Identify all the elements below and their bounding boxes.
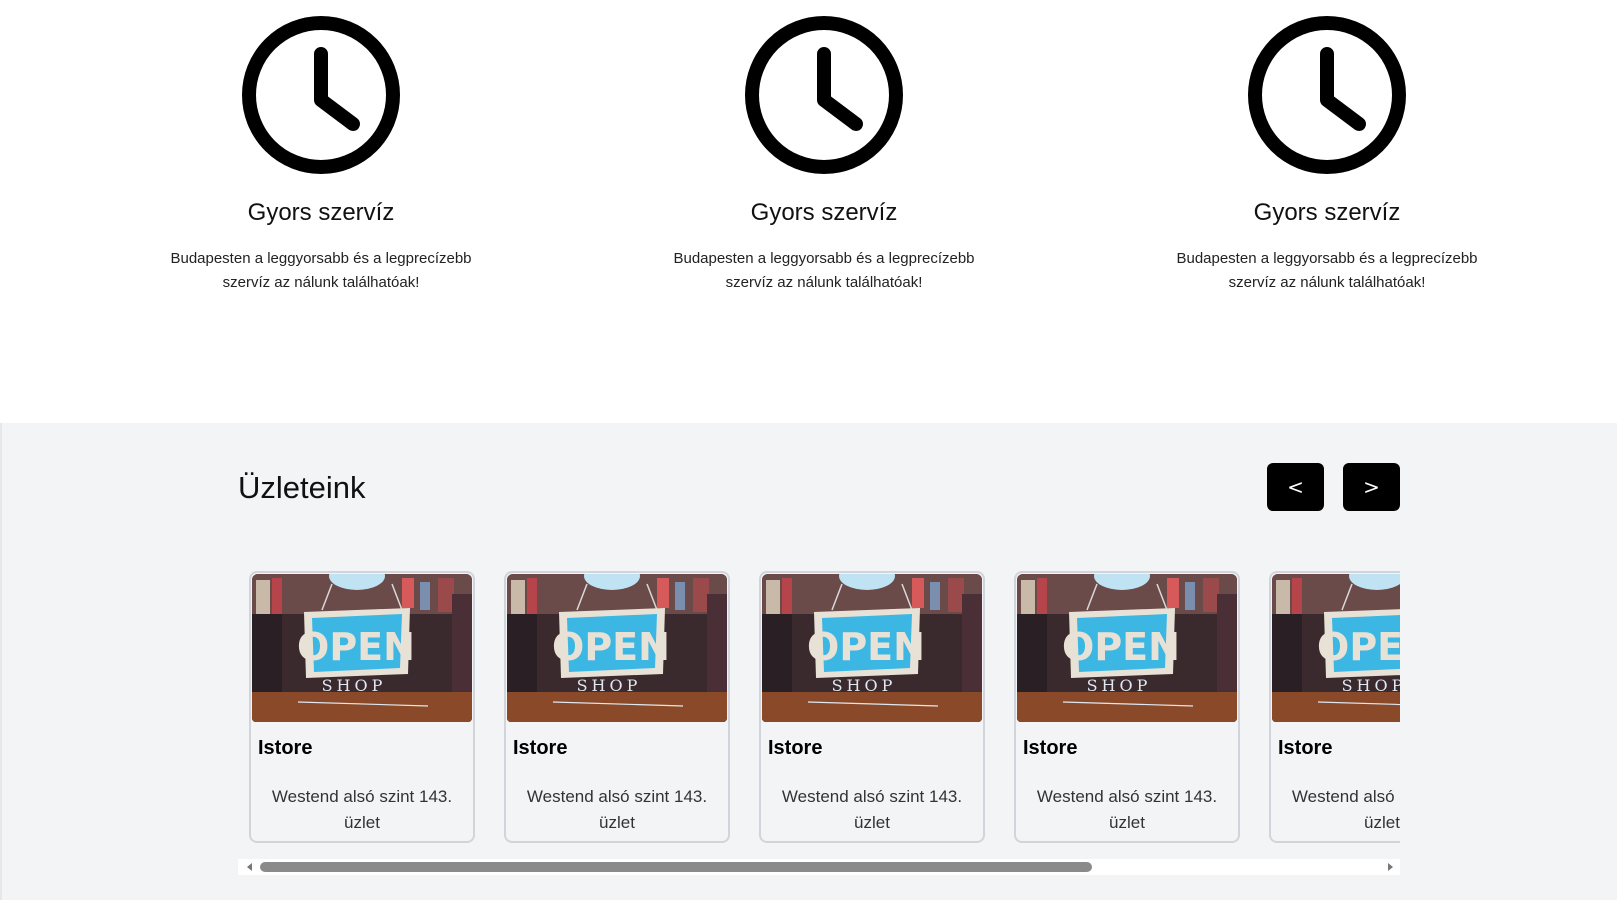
clock-icon — [1246, 14, 1408, 176]
shop-name: Istore — [513, 737, 568, 759]
feature-description: Budapesten a leggyorsabb és a legprecíze… — [654, 247, 994, 295]
feature-title: Gyors szervíz — [750, 199, 898, 226]
svg-text:SHOP: SHOP — [832, 676, 897, 695]
shop-address: Westend alsó szint 143. üzlet — [1275, 784, 1400, 836]
shop-card[interactable]: OPEN SHOP Istore Westend alsó szint 143.… — [249, 571, 475, 843]
open-shop-sign-photo: OPEN SHOP — [507, 574, 727, 722]
shop-address-line: Westend alsó szint 143. — [1036, 787, 1218, 806]
shop-address: Westend alsó szint 143. üzlet — [255, 784, 469, 836]
svg-text:SHOP: SHOP — [322, 676, 387, 695]
shop-address: Westend alsó szint 143. üzlet — [1020, 784, 1234, 836]
shops-section: Üzleteink < > OPEN SHOP Istore Westend a… — [2, 423, 1617, 900]
carousel-next-button[interactable]: > — [1343, 463, 1400, 511]
feature-description-line: szervíz az nálunk találhatóak! — [222, 274, 420, 291]
shop-card[interactable]: OPEN SHOP Istore Westend alsó szint 143.… — [504, 571, 730, 843]
horizontal-scrollbar[interactable] — [238, 859, 1400, 875]
shop-address-line: üzlet — [1364, 813, 1400, 832]
open-shop-sign-photo: OPEN SHOP — [1272, 574, 1400, 722]
feature-title: Gyors szervíz — [1253, 199, 1401, 226]
feature-title: Gyors szervíz — [247, 199, 395, 226]
clock-icon — [240, 14, 402, 176]
page: Gyors szervíz Budapesten a leggyorsabb é… — [0, 0, 1617, 900]
shop-card[interactable]: OPEN SHOP Istore Westend alsó szint 143.… — [1014, 571, 1240, 843]
svg-text:SHOP: SHOP — [577, 676, 642, 695]
shop-address-line: üzlet — [1109, 813, 1145, 832]
shop-address-line: Westend alsó szint 143. — [1291, 787, 1400, 806]
svg-text:OPEN: OPEN — [552, 625, 670, 669]
shops-carousel[interactable]: OPEN SHOP Istore Westend alsó szint 143.… — [238, 563, 1400, 869]
svg-text:SHOP: SHOP — [1342, 676, 1400, 695]
open-shop-sign-photo: OPEN SHOP — [252, 574, 472, 722]
features-section: Gyors szervíz Budapesten a leggyorsabb é… — [0, 0, 1617, 423]
feature-description-line: Budapesten a leggyorsabb és a legprecíze… — [673, 250, 975, 267]
shop-address-line: Westend alsó szint 143. — [271, 787, 453, 806]
scrollbar-thumb[interactable] — [260, 862, 1092, 872]
shop-name: Istore — [1278, 737, 1333, 759]
shop-address-line: Westend alsó szint 143. — [526, 787, 708, 806]
shop-address-line: Westend alsó szint 143. — [781, 787, 963, 806]
feature-description-line: Budapesten a leggyorsabb és a legprecíze… — [1176, 250, 1478, 267]
shop-name: Istore — [1023, 737, 1078, 759]
svg-text:OPEN: OPEN — [807, 625, 925, 669]
shop-name: Istore — [258, 737, 313, 759]
carousel-prev-button[interactable]: < — [1267, 463, 1324, 511]
svg-text:SHOP: SHOP — [1087, 676, 1152, 695]
shops-title: Üzleteink — [238, 470, 366, 505]
svg-text:OPEN: OPEN — [297, 625, 415, 669]
feature-description: Budapesten a leggyorsabb és a legprecíze… — [1157, 247, 1497, 295]
shop-card[interactable]: OPEN SHOP Istore Westend alsó szint 143.… — [759, 571, 985, 843]
shop-name: Istore — [768, 737, 823, 759]
open-shop-sign-photo: OPEN SHOP — [762, 574, 982, 722]
shop-address-line: üzlet — [599, 813, 635, 832]
feature-description-line: Budapesten a leggyorsabb és a legprecíze… — [170, 250, 472, 267]
feature-description: Budapesten a leggyorsabb és a legprecíze… — [151, 247, 491, 295]
shop-address-line: üzlet — [854, 813, 890, 832]
svg-text:OPEN: OPEN — [1317, 625, 1400, 669]
shop-address: Westend alsó szint 143. üzlet — [510, 784, 724, 836]
scroll-left-arrow-icon[interactable] — [247, 863, 252, 871]
open-shop-sign-photo: OPEN SHOP — [1017, 574, 1237, 722]
feature-description-line: szervíz az nálunk találhatóak! — [1228, 274, 1426, 291]
shop-address: Westend alsó szint 143. üzlet — [765, 784, 979, 836]
feature-description-line: szervíz az nálunk találhatóak! — [725, 274, 923, 291]
clock-icon — [743, 14, 905, 176]
scroll-right-arrow-icon[interactable] — [1388, 863, 1393, 871]
svg-text:OPEN: OPEN — [1062, 625, 1180, 669]
shop-address-line: üzlet — [344, 813, 380, 832]
shop-card[interactable]: OPEN SHOP Istore Westend alsó szint 143.… — [1269, 571, 1400, 843]
